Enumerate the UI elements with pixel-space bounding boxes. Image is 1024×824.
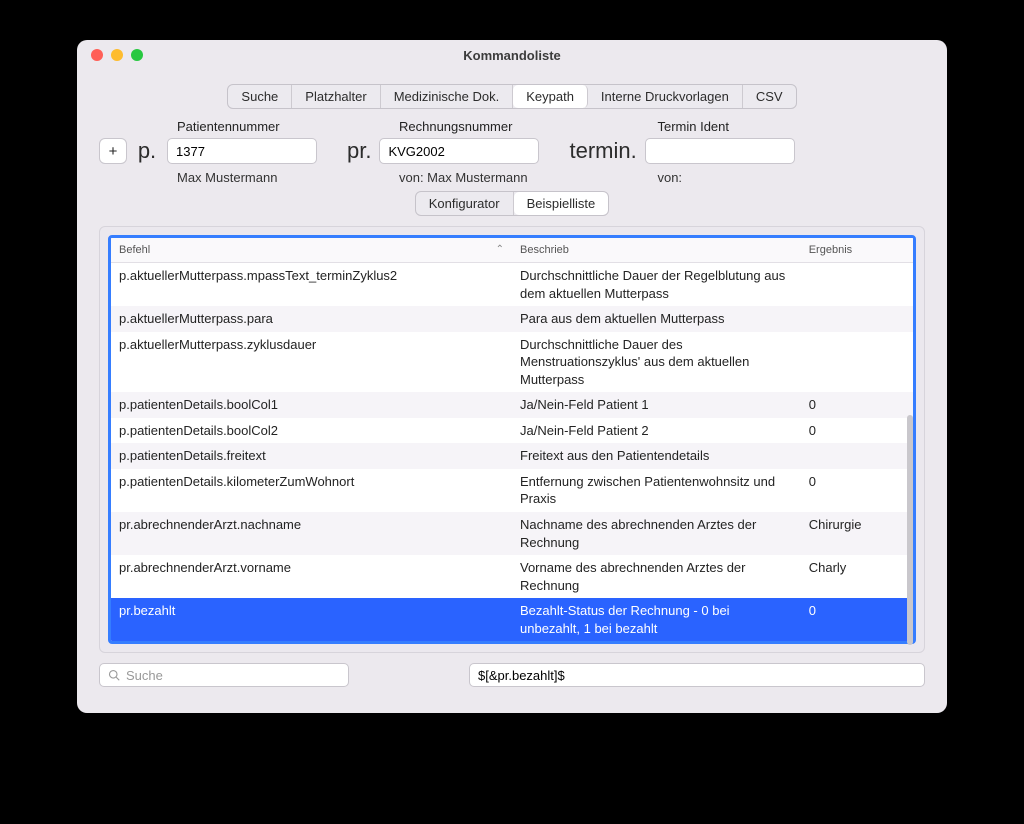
table-row[interactable]: p.aktuellerMutterpass.zyklusdauerDurchsc… <box>111 332 913 393</box>
footer-row: Suche <box>99 663 925 687</box>
command-table[interactable]: Befehl ⌃ Beschrieb Ergebnis p.aktuellerM… <box>108 235 916 644</box>
tab-platzhalter[interactable]: Platzhalter <box>292 85 380 108</box>
patient-number-input[interactable] <box>167 138 317 164</box>
cell-befehl: pr.abrechnenderArzt.vorname <box>111 555 512 598</box>
cell-ergebnis: Chirurgie <box>801 512 897 555</box>
tab-csv[interactable]: CSV <box>743 85 796 108</box>
table-row[interactable]: p.patientenDetails.kilometerZumWohnortEn… <box>111 469 913 512</box>
cell-befehl: p.aktuellerMutterpass.mpassText_terminZy… <box>111 263 512 307</box>
subtab-beispielliste[interactable]: Beispielliste <box>514 192 609 215</box>
titlebar: Kommandoliste <box>77 40 947 70</box>
tab-suche[interactable]: Suche <box>228 85 292 108</box>
output-field[interactable] <box>469 663 925 687</box>
cell-beschrieb: Entfernung zwischen Patientenwohnsitz un… <box>512 469 801 512</box>
tab-medizinische-dok-[interactable]: Medizinische Dok. <box>381 85 514 108</box>
param-p-sub: Max Mustermann <box>177 170 317 185</box>
cell-befehl: p.aktuellerMutterpass.para <box>111 306 512 332</box>
param-row: Patientennummer + p. Max Mustermann Rech… <box>77 119 947 189</box>
tab-keypath[interactable]: Keypath <box>513 85 588 108</box>
cell-ergebnis: 0 <box>801 392 897 418</box>
cell-beschrieb: Durchschnittliche Dauer der Regelblutung… <box>512 263 801 307</box>
tab-interne-druckvorlagen[interactable]: Interne Druckvorlagen <box>588 85 743 108</box>
add-button[interactable]: + <box>99 138 127 164</box>
search-input[interactable]: Suche <box>99 663 349 687</box>
cell-ergebnis: 0 <box>801 469 897 512</box>
cell-ergebnis: 0 <box>801 418 897 444</box>
cell-beschrieb: Ja/Nein-Feld Patient 2 <box>512 418 801 444</box>
table-row[interactable]: p.aktuellerMutterpass.paraPara aus dem a… <box>111 306 913 332</box>
prefix-p: p. <box>135 138 159 164</box>
main-window: Kommandoliste SuchePlatzhalterMedizinisc… <box>77 40 947 713</box>
cell-ergebnis <box>801 306 897 332</box>
cell-befehl: p.patientenDetails.freitext <box>111 443 512 469</box>
cell-beschrieb: Ja/Nein-Feld Patient 1 <box>512 392 801 418</box>
cell-befehl: p.patientenDetails.boolCol2 <box>111 418 512 444</box>
param-termin-sub: von: <box>657 170 794 185</box>
search-icon <box>108 669 120 681</box>
prefix-pr: pr. <box>347 138 371 164</box>
search-placeholder: Suche <box>126 668 163 683</box>
cell-beschrieb: Bezahlt-Status der Rechnung - 0 bei unbe… <box>512 598 801 641</box>
cell-ergebnis <box>801 332 897 393</box>
cell-beschrieb: Freitext aus den Patientendetails <box>512 443 801 469</box>
table-row[interactable]: p.patientenDetails.freitextFreitext aus … <box>111 443 913 469</box>
subtab-konfigurator[interactable]: Konfigurator <box>416 192 514 215</box>
cell-beschrieb: Vorname des abrechnenden Arztes der Rech… <box>512 555 801 598</box>
param-termin: Termin Ident termin. von: <box>569 119 794 185</box>
sort-asc-icon: ⌃ <box>496 244 504 255</box>
cell-befehl: pr.abrechnenderArzt.nachname <box>111 512 512 555</box>
cell-befehl: p.patientenDetails.kilometerZumWohnort <box>111 469 512 512</box>
col-befehl[interactable]: Befehl ⌃ <box>111 238 512 263</box>
col-beschrieb[interactable]: Beschrieb <box>512 238 801 263</box>
table-panel: Befehl ⌃ Beschrieb Ergebnis p.aktuellerM… <box>99 226 925 653</box>
invoice-number-input[interactable] <box>379 138 539 164</box>
table-row[interactable]: p.patientenDetails.boolCol1Ja/Nein-Feld … <box>111 392 913 418</box>
cell-beschrieb: Para aus dem aktuellen Mutterpass <box>512 306 801 332</box>
table-row[interactable]: p.patientenDetails.boolCol2Ja/Nein-Feld … <box>111 418 913 444</box>
cell-ergebnis <box>801 443 897 469</box>
table-row[interactable]: pr.bezahltBezahlt-Status der Rechnung - … <box>111 598 913 641</box>
param-pr: Rechnungsnummer pr. von: Max Mustermann <box>347 119 539 185</box>
prefix-termin: termin. <box>569 138 636 164</box>
cell-ergebnis: Charly <box>801 555 897 598</box>
col-ergebnis[interactable]: Ergebnis <box>801 238 897 263</box>
cell-befehl: p.aktuellerMutterpass.zyklusdauer <box>111 332 512 393</box>
table-row[interactable]: p.aktuellerMutterpass.mpassText_terminZy… <box>111 263 913 307</box>
cell-befehl: p.patientenDetails.boolCol1 <box>111 392 512 418</box>
scrollbar[interactable] <box>907 415 913 645</box>
cell-beschrieb: Durchschnittliche Dauer des Menstruation… <box>512 332 801 393</box>
sub-tabs: KonfiguratorBeispielliste <box>77 191 947 216</box>
termin-ident-input[interactable] <box>645 138 795 164</box>
cell-befehl: pr.bezahlt <box>111 598 512 641</box>
param-p: Patientennummer + p. Max Mustermann <box>99 119 317 185</box>
param-pr-sub: von: Max Mustermann <box>399 170 539 185</box>
cell-ergebnis: 0 <box>801 598 897 641</box>
param-p-label: Patientennummer <box>177 119 317 134</box>
param-pr-label: Rechnungsnummer <box>399 119 539 134</box>
main-tabs: SuchePlatzhalterMedizinische Dok.Keypath… <box>77 84 947 109</box>
param-termin-label: Termin Ident <box>657 119 794 134</box>
cell-beschrieb: Nachname des abrechnenden Arztes der Rec… <box>512 512 801 555</box>
cell-ergebnis <box>801 263 897 307</box>
table-row[interactable]: pr.abrechnenderArzt.nachnameNachname des… <box>111 512 913 555</box>
table-row[interactable]: pr.abrechnenderArzt.vornameVorname des a… <box>111 555 913 598</box>
window-title: Kommandoliste <box>77 48 947 63</box>
